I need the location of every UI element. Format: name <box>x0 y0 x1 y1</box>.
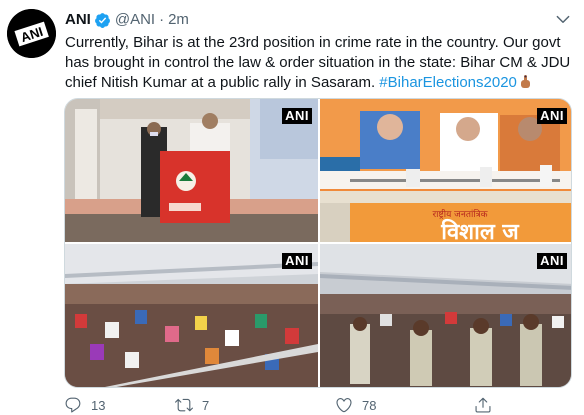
tweet-actions: 13 7 78 <box>64 396 564 415</box>
timestamp[interactable]: 2m <box>168 10 189 30</box>
ani-watermark: ANI <box>282 253 312 269</box>
chevron-down-icon[interactable] <box>554 10 572 28</box>
tweet-header: ANI @ANI · 2m <box>65 10 189 30</box>
ani-logo: ANI <box>7 9 56 58</box>
separator-dot: · <box>159 11 165 28</box>
svg-text:विशाल ज: विशाल ज <box>440 218 520 242</box>
author-name[interactable]: ANI <box>65 10 91 30</box>
share-button[interactable] <box>474 396 492 414</box>
reply-icon <box>65 397 81 413</box>
retweet-icon <box>175 398 193 412</box>
ani-watermark: ANI <box>537 108 567 124</box>
author-handle[interactable]: @ANI <box>115 10 155 30</box>
tweet[interactable]: ANI ANI @ANI · 2m Currently, Bihar is at… <box>0 0 584 415</box>
tweet-text-line-3: chief Nitish Kumar at a public rally in … <box>65 74 376 91</box>
reply-button[interactable]: 13 <box>64 396 105 414</box>
verified-badge-icon <box>94 12 111 29</box>
svg-text:राष्ट्रीय जनतांत्रिक: राष्ट्रीय जनतांत्रिक <box>432 208 488 220</box>
heart-icon <box>336 398 352 413</box>
avatar[interactable]: ANI <box>7 9 56 58</box>
tweet-text: Currently, Bihar is at the 23rd position… <box>65 33 575 93</box>
index-finger-emoji-icon <box>519 75 532 89</box>
like-button[interactable]: 78 <box>335 396 376 414</box>
retweet-count: 7 <box>202 397 210 413</box>
hashtag-link[interactable]: #BiharElections2020 <box>379 74 517 91</box>
tweet-text-line: chief Nitish Kumar at a public rally in … <box>65 73 575 93</box>
photo-stage-banner[interactable]: राष्ट्रीय जनतांत्रिक विशाल ज ANI <box>320 99 571 242</box>
ani-watermark: ANI <box>537 253 567 269</box>
tweet-text-line: has brought in control the law & order s… <box>65 54 571 71</box>
retweet-button[interactable]: 7 <box>175 396 209 414</box>
reply-count: 13 <box>91 397 106 413</box>
share-icon <box>475 397 491 413</box>
photo-stage-speech[interactable]: ANI <box>65 99 318 242</box>
ani-watermark: ANI <box>282 108 312 124</box>
like-count: 78 <box>362 397 377 413</box>
photo-crowd-tent[interactable]: ANI <box>65 244 318 387</box>
photo-crowd-police[interactable]: ANI <box>320 244 571 387</box>
tweet-text-line: Currently, Bihar is at the 23rd position… <box>65 34 561 51</box>
media-grid[interactable]: ANI राष्ट्रीय जनतांत्रिक विशाल ज ANI ANI… <box>64 98 572 388</box>
